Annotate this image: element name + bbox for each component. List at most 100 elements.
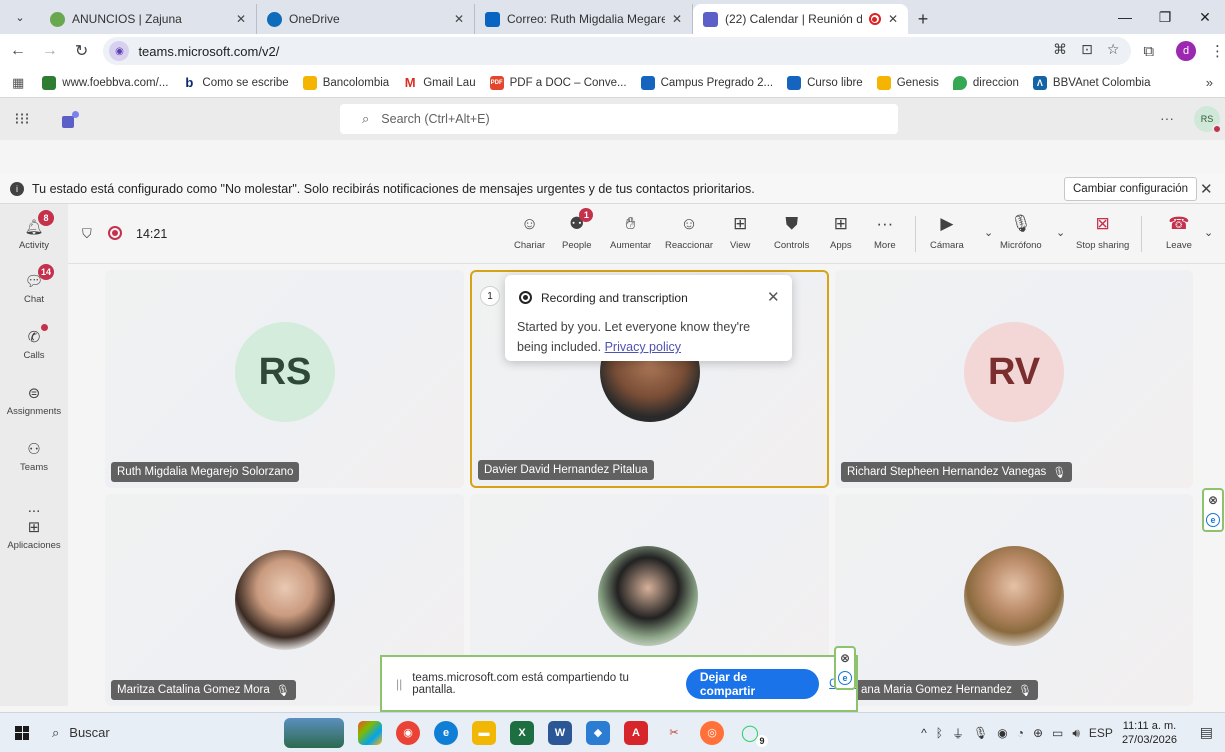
shield-icon[interactable]: ⛉	[82, 226, 92, 242]
rail-item-teams[interactable]: ⚇ Teams	[0, 438, 68, 473]
rail-item-chat[interactable]: 💬︎ 14 Chat	[0, 264, 68, 305]
microphone-button[interactable]: 🎙︎ Micrófono	[1000, 212, 1042, 251]
rail-item-activity[interactable]: 🔔︎ 8 Activity	[0, 210, 68, 251]
bookmark-item[interactable]: www.foebbva.com/...	[42, 75, 168, 90]
firefox-icon[interactable]: ◎	[700, 720, 724, 745]
close-notice-icon[interactable]: ✕	[1200, 180, 1213, 198]
translate-icon[interactable]: ⌘	[1053, 41, 1067, 58]
app-launcher-icon[interactable]: ⁝⁝⁝	[4, 109, 40, 129]
participant-tile[interactable]: ana Maria Gomez Hernandez 🎙︎	[835, 494, 1193, 706]
controls-button[interactable]: ⛊ Controls	[774, 212, 809, 251]
profile-avatar[interactable]: d	[1176, 41, 1196, 61]
close-tab-icon[interactable]: ✕	[888, 12, 898, 26]
people-app-icon[interactable]: ◆	[586, 720, 610, 745]
extension-badge[interactable]: ⊗ e	[1202, 488, 1224, 532]
more-options-icon[interactable]: ···	[1160, 110, 1174, 126]
bookmark-item[interactable]: direccion	[952, 75, 1019, 90]
camera-options-chevron-icon[interactable]: ⌄	[984, 226, 993, 239]
cast-icon[interactable]: ⊡	[1081, 41, 1093, 58]
browser-tab-teams-calendar[interactable]: (22) Calendar | Reunión de ✕	[693, 4, 908, 34]
leave-button[interactable]: ☎︎ Leave	[1166, 212, 1192, 251]
rail-item-calls[interactable]: ✆ Calls	[0, 324, 68, 361]
tray-battery-icon[interactable]: ▭	[1052, 726, 1063, 740]
bookmark-item[interactable]: Λ BBVAnet Colombia	[1032, 75, 1151, 90]
close-tab-icon[interactable]: ✕	[236, 12, 246, 26]
browser-tab-zajuna[interactable]: ANUNCIOS | Zajuna ✕	[40, 4, 257, 34]
tray-volume-icon[interactable]: 🔊︎	[1072, 726, 1080, 741]
extension-badge[interactable]: ⊗ e	[834, 646, 856, 690]
word-icon[interactable]: W	[548, 720, 572, 745]
bookmark-star-icon[interactable]: ☆	[1107, 41, 1120, 58]
tray-mic-icon[interactable]: 🎙︎	[973, 726, 988, 740]
close-popup-icon[interactable]: ✕	[767, 288, 780, 306]
start-button[interactable]	[0, 725, 44, 740]
widgets-icon[interactable]	[284, 717, 344, 748]
tray-network-icon[interactable]: ⊕	[1033, 726, 1043, 740]
excel-icon[interactable]: X	[510, 720, 534, 745]
extensions-puzzle-icon[interactable]: ⧉	[1143, 43, 1154, 60]
bookmark-item[interactable]: b Como se escribe	[182, 75, 288, 90]
copilot-icon[interactable]	[358, 720, 382, 745]
edge-icon[interactable]: e	[434, 720, 458, 745]
apps-button[interactable]: ⊞ Apps	[830, 212, 852, 251]
minimize-icon[interactable]: —	[1105, 0, 1145, 34]
people-button[interactable]: ⚉ 1 People	[562, 208, 594, 251]
browser-tab-outlook[interactable]: Correo: Ruth Migdalia Megarejo ✕	[475, 4, 693, 34]
bookmark-item[interactable]: Curso libre	[787, 75, 863, 90]
bookmark-item[interactable]: M Gmail Lau	[403, 75, 476, 90]
close-tab-icon[interactable]: ✕	[454, 12, 464, 26]
chat-button[interactable]: ☺ Chariar	[514, 212, 545, 251]
privacy-policy-link[interactable]: Privacy policy	[605, 340, 681, 354]
stop-sharing-button[interactable]: ⊠ Stop sharing	[1076, 212, 1129, 251]
participant-tile[interactable]: RV Richard Stepheen Hernandez Vanegas 🎙︎	[835, 270, 1193, 488]
back-arrow-icon[interactable]: ←	[4, 37, 32, 65]
restore-icon[interactable]: ❐	[1145, 0, 1185, 34]
bookmarks-overflow-icon[interactable]: »	[1206, 75, 1213, 90]
tray-usb-icon[interactable]: ⏚	[952, 725, 964, 742]
browser-menu-icon[interactable]: ⋮	[1210, 42, 1225, 60]
tray-chevron-up-icon[interactable]: ^	[921, 726, 927, 740]
stop-sharing-screen-button[interactable]: Dejar de compartir	[685, 668, 820, 699]
site-info-icon[interactable]: ◉	[109, 41, 130, 61]
mic-options-chevron-icon[interactable]: ⌄	[1056, 226, 1065, 239]
tab-search-chevron-icon[interactable]: ⌄	[0, 0, 40, 34]
tray-teams-icon[interactable]: ◉	[997, 726, 1007, 740]
close-circle-icon[interactable]: ⊗	[840, 651, 850, 665]
file-explorer-icon[interactable]: ▬	[472, 720, 496, 745]
acrobat-icon[interactable]: A	[624, 720, 648, 745]
language-indicator[interactable]: ESP	[1089, 726, 1113, 740]
close-tab-icon[interactable]: ✕	[672, 12, 682, 26]
apps-grid-icon[interactable]: ▦	[12, 75, 24, 91]
bookmark-item[interactable]: PDF PDF a DOC – Conve...	[489, 75, 627, 90]
rail-item-assignments[interactable]: ⊜ Assignments	[0, 382, 68, 417]
notifications-icon[interactable]: ▤	[1200, 724, 1213, 741]
close-circle-icon[interactable]: ⊗	[1208, 493, 1218, 507]
clock[interactable]: 11:11 a. m. 27/03/2026	[1122, 719, 1177, 747]
browser-tab-onedrive[interactable]: OneDrive ✕	[257, 4, 475, 34]
react-button[interactable]: ☺ Reaccionar	[665, 212, 713, 251]
rail-item-apps[interactable]: ⊞ Aplicaciones	[0, 516, 68, 551]
snipping-icon[interactable]: ✂	[662, 721, 686, 745]
search-input[interactable]: ⌕ Search (Ctrl+Alt+E)	[340, 104, 898, 134]
bookmark-item[interactable]: Campus Pregrado 2...	[640, 75, 773, 90]
view-button[interactable]: ⊞ View	[730, 212, 750, 251]
whatsapp-icon[interactable]: ◯ 9	[738, 721, 768, 747]
more-button[interactable]: ··· More	[874, 212, 896, 251]
user-avatar[interactable]: RS	[1194, 106, 1222, 134]
bookmark-item[interactable]: Bancolombia	[302, 75, 389, 90]
tray-wifi-icon[interactable]: ◔	[1017, 726, 1024, 740]
close-window-icon[interactable]: ✕	[1185, 0, 1225, 34]
taskbar-search[interactable]: ⌕ Buscar	[44, 725, 234, 741]
raise-hand-button[interactable]: ✋︎ Aumentar	[610, 212, 651, 251]
camera-button[interactable]: ▶︎ Cámara	[930, 212, 964, 251]
drag-handle-icon[interactable]: ||	[396, 677, 402, 691]
chrome-icon[interactable]: ◉	[396, 720, 420, 745]
participant-tile[interactable]: RS Ruth Migdalia Megarejo Solorzano	[105, 270, 464, 488]
new-tab-plus-icon[interactable]: +	[908, 4, 938, 34]
change-settings-button[interactable]: Cambiar configuración	[1064, 177, 1198, 201]
leave-options-chevron-icon[interactable]: ⌄	[1204, 226, 1213, 239]
forward-arrow-icon[interactable]: →	[36, 37, 64, 65]
reload-icon[interactable]: ↻	[68, 37, 96, 65]
tray-bluetooth-icon[interactable]: ᛒ	[936, 726, 943, 740]
url-omnibox[interactable]: ◉ teams.microsoft.com/v2/ ⌘ ⊡ ☆	[103, 37, 1132, 65]
